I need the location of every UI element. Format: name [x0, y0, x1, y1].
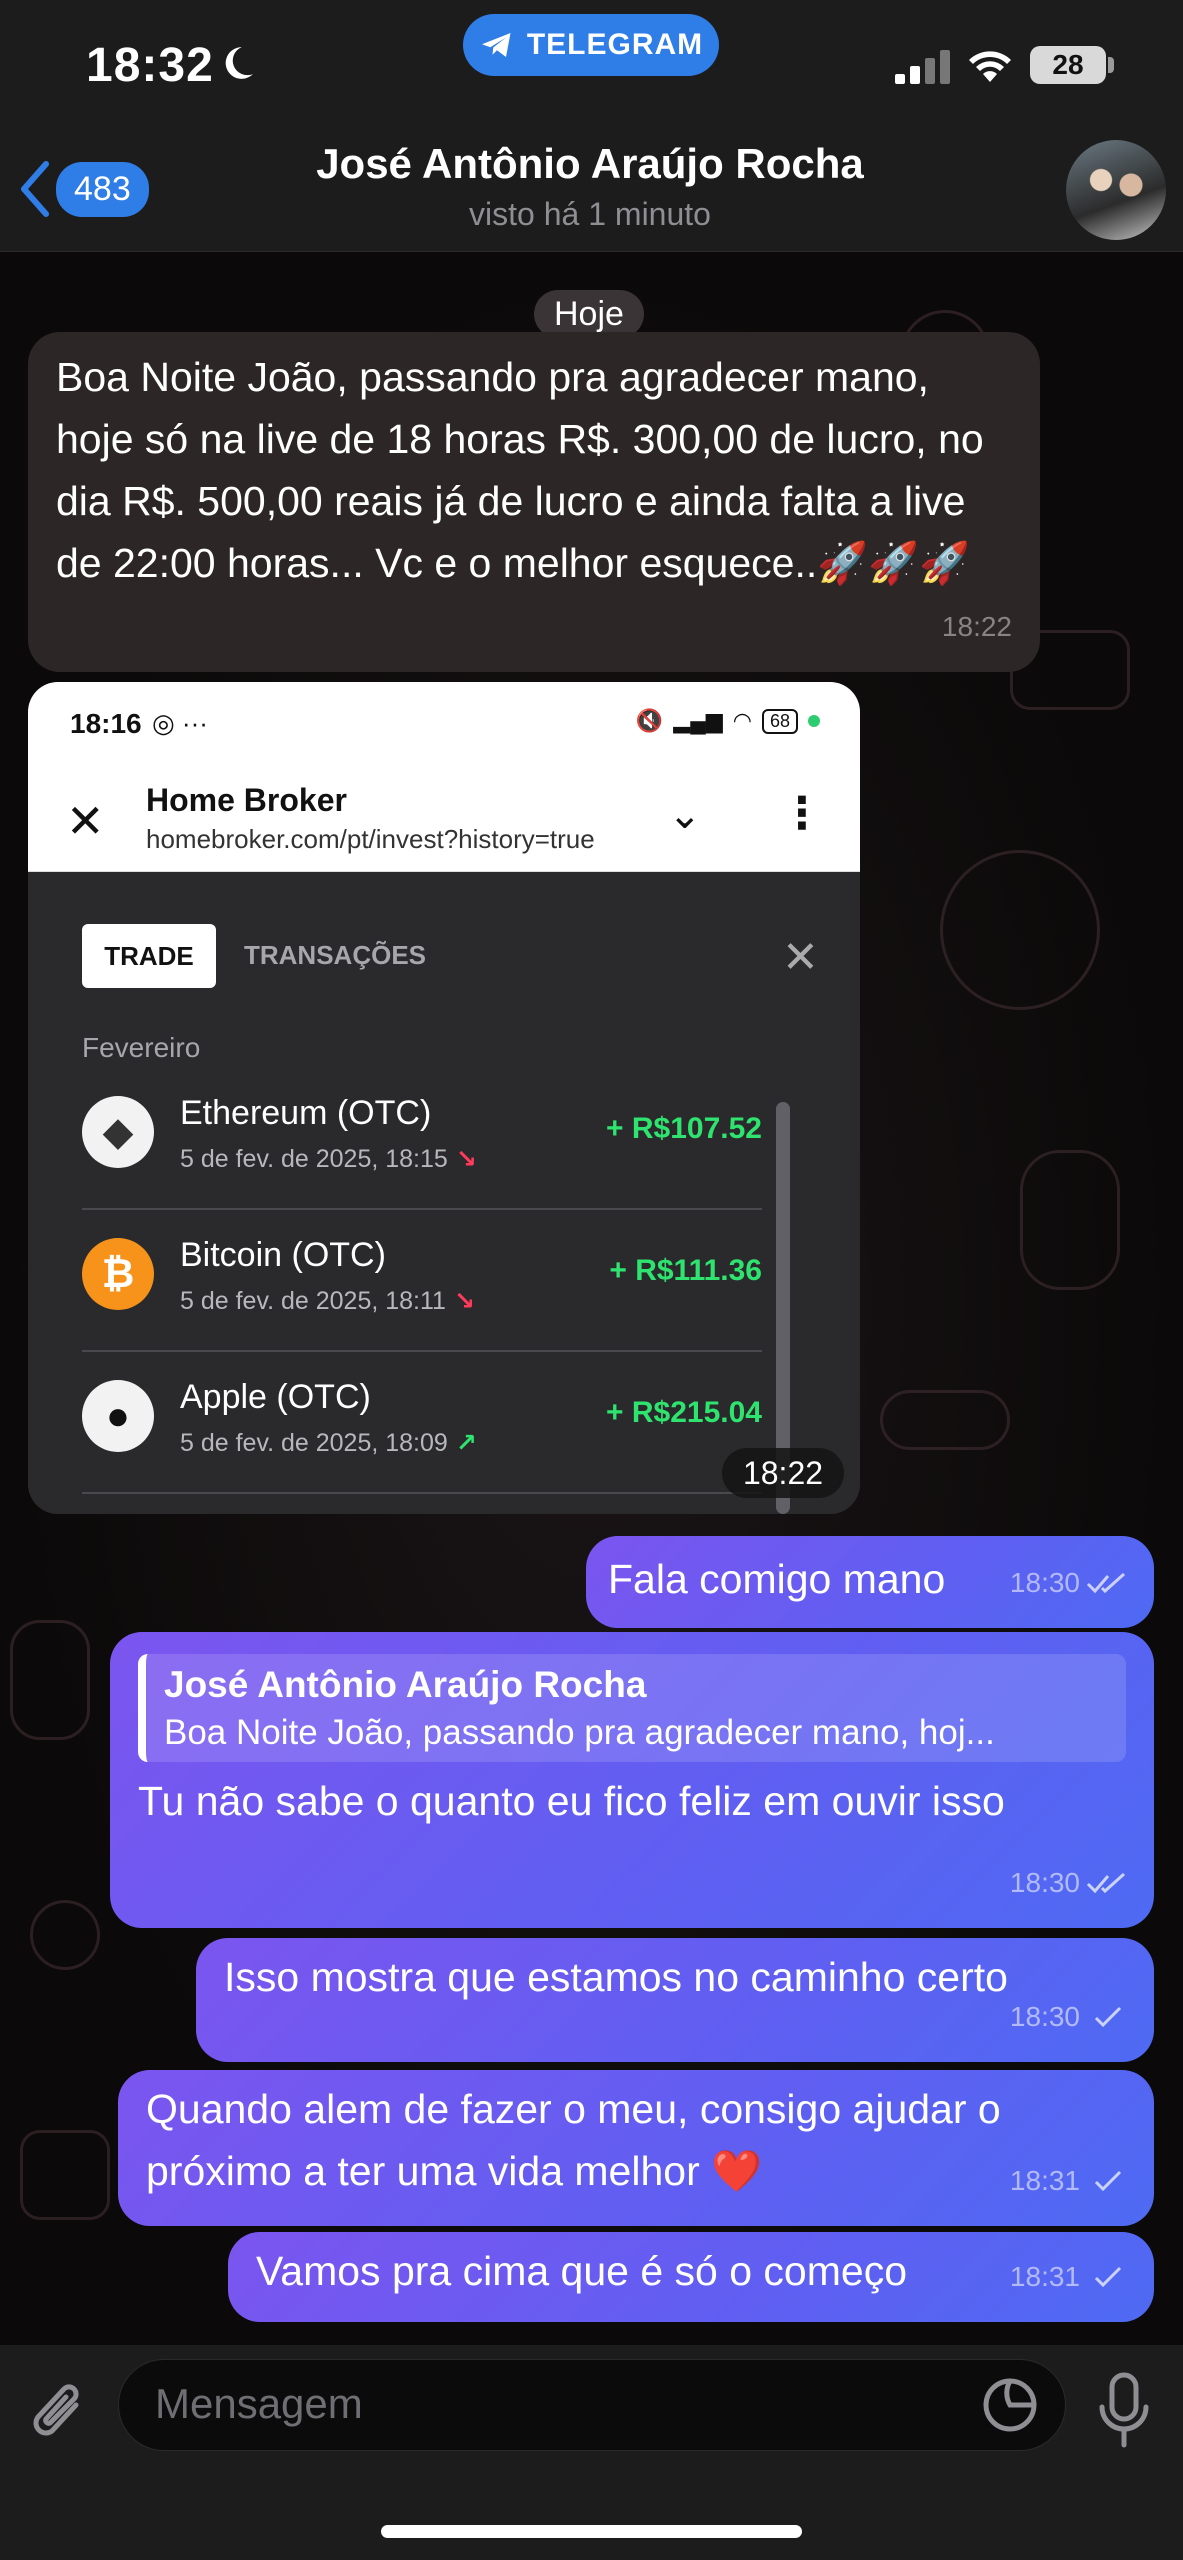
- image-time-chip: 18:22: [722, 1448, 844, 1498]
- trend-down-icon: ↘: [453, 1287, 475, 1315]
- trend-down-icon: ↘: [455, 1145, 477, 1173]
- trade-amount: + R$107.52: [606, 1112, 762, 1145]
- chat-header: 483 José Antônio Araújo Rocha visto há 1…: [0, 140, 1183, 252]
- message-time: 18:31: [1009, 2165, 1080, 2196]
- outgoing-message[interactable]: Quando alem de fazer o meu, consigo ajud…: [118, 2070, 1154, 2226]
- screenshot-wifi-icon: ◠: [732, 708, 752, 733]
- bitcoin-icon: ₿: [82, 1238, 154, 1310]
- trend-up-icon: ↗: [455, 1429, 477, 1457]
- outgoing-reply-message[interactable]: José Antônio Araújo Rocha Boa Noite João…: [110, 1632, 1154, 1928]
- status-time: 18:32: [86, 39, 214, 92]
- chevron-left-icon: [21, 161, 49, 217]
- message-meta: 18:30: [1010, 1552, 1126, 1614]
- chevron-down-icon: ⌄: [668, 793, 702, 837]
- screenshot-battery: 68: [761, 708, 798, 734]
- message-meta: 18:31: [1010, 2246, 1126, 2308]
- screenshot-page-title: Home Broker: [146, 782, 347, 818]
- double-check-icon: [1086, 1572, 1126, 1594]
- outgoing-message[interactable]: Isso mostra que estamos no caminho certo…: [196, 1938, 1154, 2062]
- screenshot-month: Fevereiro: [82, 1032, 201, 1063]
- screenshot-signal-icon: ▂▄▆: [673, 708, 723, 733]
- reply-snippet: Boa Noite João, passando pra agradecer m…: [164, 1713, 995, 1752]
- trade-date: 5 de fev. de 2025, 18:15 ↘: [180, 1145, 477, 1173]
- privacy-dot-icon: [808, 715, 820, 727]
- screenshot-tab-trade: TRADE: [82, 924, 216, 988]
- trade-amount: + R$215.04: [606, 1396, 762, 1429]
- message-input[interactable]: Mensagem: [118, 2359, 1066, 2451]
- trade-row: ₿ Bitcoin (OTC) 5 de fev. de 2025, 18:11…: [82, 1210, 762, 1352]
- status-bar: 18:32 TELEGRAM 28: [0, 0, 1183, 140]
- battery-indicator: 28: [1030, 46, 1106, 84]
- reply-author: José Antônio Araújo Rocha: [164, 1664, 647, 1705]
- screenshot-tab-transactions: TRANSAÇÕES: [244, 940, 427, 970]
- signal-icon: [895, 50, 950, 84]
- message-meta: 18:30: [1010, 1852, 1126, 1914]
- telegram-plane-icon: [481, 33, 511, 57]
- contact-status: visto há 1 minuto: [469, 196, 711, 232]
- check-icon: [1094, 2170, 1122, 2192]
- message-time: 18:30: [1009, 2001, 1080, 2032]
- reply-quote[interactable]: José Antônio Araújo Rocha Boa Noite João…: [138, 1654, 1126, 1762]
- unread-count-badge: 483: [56, 161, 149, 217]
- screenshot-browser-bar: ✕ Home Broker homebroker.com/pt/invest?h…: [28, 764, 860, 872]
- message-meta: 18:22: [942, 596, 1012, 658]
- incoming-message[interactable]: Boa Noite João, passando pra agradecer m…: [28, 332, 1040, 672]
- battery-nub: [1108, 57, 1114, 73]
- outgoing-message[interactable]: Fala comigo mano 18:30: [586, 1536, 1154, 1628]
- double-check-icon: [1086, 1872, 1126, 1894]
- trade-name: Ethereum (OTC): [180, 1094, 432, 1132]
- message-meta: 18:31: [1010, 2150, 1126, 2212]
- message-text: Vamos pra cima que é só o começo: [256, 2248, 907, 2294]
- attach-icon[interactable]: [24, 2375, 94, 2455]
- date-chip: Hoje: [534, 290, 644, 338]
- trade-date: 5 de fev. de 2025, 18:09 ↗: [180, 1429, 477, 1457]
- outgoing-message[interactable]: Vamos pra cima que é só o começo 18:31: [228, 2232, 1154, 2322]
- message-time: 18:22: [941, 611, 1012, 642]
- message-text: Fala comigo mano: [608, 1556, 946, 1602]
- close-panel-icon: ✕: [782, 933, 819, 982]
- back-button[interactable]: 483: [18, 160, 149, 218]
- more-vertical-icon: ⋮: [780, 789, 824, 838]
- trade-row: ● Apple (OTC) 5 de fev. de 2025, 18:09 ↗ …: [82, 1352, 762, 1494]
- mute-icon: 🔇: [635, 708, 664, 733]
- check-icon: [1094, 2006, 1122, 2028]
- trade-amount: + R$111.36: [609, 1254, 762, 1287]
- telegram-pill[interactable]: TELEGRAM: [463, 14, 719, 76]
- microphone-icon[interactable]: [1094, 2371, 1154, 2451]
- trade-date: 5 de fev. de 2025, 18:11 ↘: [180, 1287, 475, 1315]
- trade-row: ◆ Ethereum (OTC) 5 de fev. de 2025, 18:1…: [82, 1068, 762, 1210]
- message-time: 18:30: [1009, 1867, 1080, 1898]
- message-text: Boa Noite João, passando pra agradecer m…: [56, 354, 984, 586]
- home-indicator[interactable]: [381, 2525, 802, 2538]
- screenshot-status-icons: 🔇 ▂▄▆ ◠ 68: [636, 708, 820, 734]
- avatar[interactable]: [1066, 140, 1166, 240]
- trade-name: Bitcoin (OTC): [180, 1236, 386, 1274]
- telegram-pill-label: TELEGRAM: [526, 28, 704, 61]
- ethereum-icon: ◆: [82, 1096, 154, 1168]
- contact-name[interactable]: José Antônio Araújo Rocha: [200, 140, 980, 188]
- screenshot-url: homebroker.com/pt/invest?history=true: [146, 824, 595, 854]
- trade-name: Apple (OTC): [180, 1378, 371, 1416]
- screenshot-status-bar: 18:16 ◎ ··· 🔇 ▂▄▆ ◠ 68: [28, 682, 860, 764]
- check-icon: [1094, 2266, 1122, 2288]
- message-meta: 18:30: [1010, 1986, 1126, 2048]
- apple-icon: ●: [82, 1380, 154, 1452]
- message-input-bar: Mensagem: [0, 2345, 1183, 2560]
- message-placeholder: Mensagem: [155, 2380, 363, 2427]
- close-icon: ✕: [66, 795, 105, 847]
- message-time: 18:31: [1009, 2261, 1080, 2292]
- message-text: Quando alem de fazer o meu, consigo ajud…: [146, 2086, 1001, 2194]
- moon-icon: [225, 47, 253, 79]
- screenshot-trade-panel: TRADE TRANSAÇÕES ✕ Fevereiro ◆ Ethereum …: [28, 872, 860, 1514]
- sticker-icon[interactable]: [981, 2376, 1039, 2434]
- image-message[interactable]: 18:16 ◎ ··· 🔇 ▂▄▆ ◠ 68 ✕ Home Broker hom…: [28, 682, 860, 1514]
- wifi-icon: [969, 51, 1011, 82]
- screenshot-time: 18:16: [70, 708, 142, 739]
- whatsapp-icon: ◎ ···: [152, 708, 208, 738]
- message-time: 18:30: [1009, 1567, 1080, 1598]
- message-text: Isso mostra que estamos no caminho certo: [224, 1954, 1008, 2000]
- message-text: Tu não sabe o quanto eu fico feliz em ou…: [138, 1778, 1005, 1824]
